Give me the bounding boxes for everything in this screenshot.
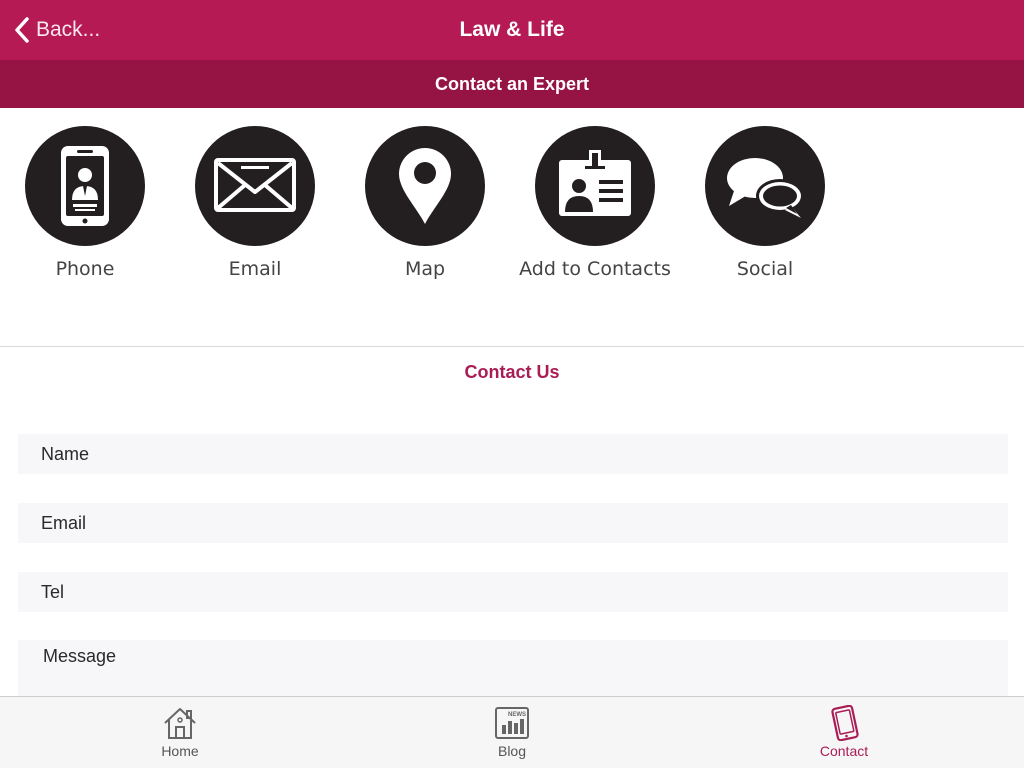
email-field[interactable] xyxy=(18,503,1008,543)
phone-label: Phone xyxy=(55,258,115,280)
email-action[interactable]: Email xyxy=(170,126,340,280)
contact-us-title: Contact Us xyxy=(464,362,560,382)
tab-home-label: Home xyxy=(161,743,199,759)
page-title: Contact an Expert xyxy=(0,60,1024,108)
phone-action[interactable]: Phone xyxy=(0,126,170,280)
news-icon: NEWS xyxy=(495,707,529,739)
tab-contact[interactable]: Contact xyxy=(774,705,914,759)
home-icon xyxy=(164,708,196,739)
chat-bubbles-icon xyxy=(705,126,825,246)
tab-blog-label: Blog xyxy=(497,743,527,759)
tab-blog[interactable]: NEWS Blog xyxy=(442,705,582,759)
add-to-contacts-label: Add to Contacts xyxy=(519,258,671,280)
name-field[interactable] xyxy=(18,434,1008,474)
navigation-bar: Back... Law & Life xyxy=(0,0,1024,60)
map-pin-icon xyxy=(365,126,485,246)
contact-actions: Phone Email Map Add to Contacts Social xyxy=(0,108,1024,347)
tab-home[interactable]: Home xyxy=(110,705,250,759)
phone-icon xyxy=(25,126,145,246)
tab-bar: Home NEWS Blog Contact xyxy=(0,696,1024,768)
add-to-contacts-action[interactable]: Add to Contacts xyxy=(510,126,680,280)
map-label: Map xyxy=(404,258,446,280)
envelope-icon xyxy=(195,126,315,246)
social-action[interactable]: Social xyxy=(680,126,850,280)
tab-contact-label: Contact xyxy=(819,743,869,759)
tel-field[interactable] xyxy=(18,572,1008,612)
mobile-phone-icon xyxy=(831,705,859,741)
email-label: Email xyxy=(228,258,282,280)
app-title: Law & Life xyxy=(459,18,565,41)
news-icon-text: NEWS xyxy=(508,712,526,718)
map-action[interactable]: Map xyxy=(340,126,510,280)
social-label: Social xyxy=(736,258,794,280)
id-card-icon xyxy=(535,126,655,246)
